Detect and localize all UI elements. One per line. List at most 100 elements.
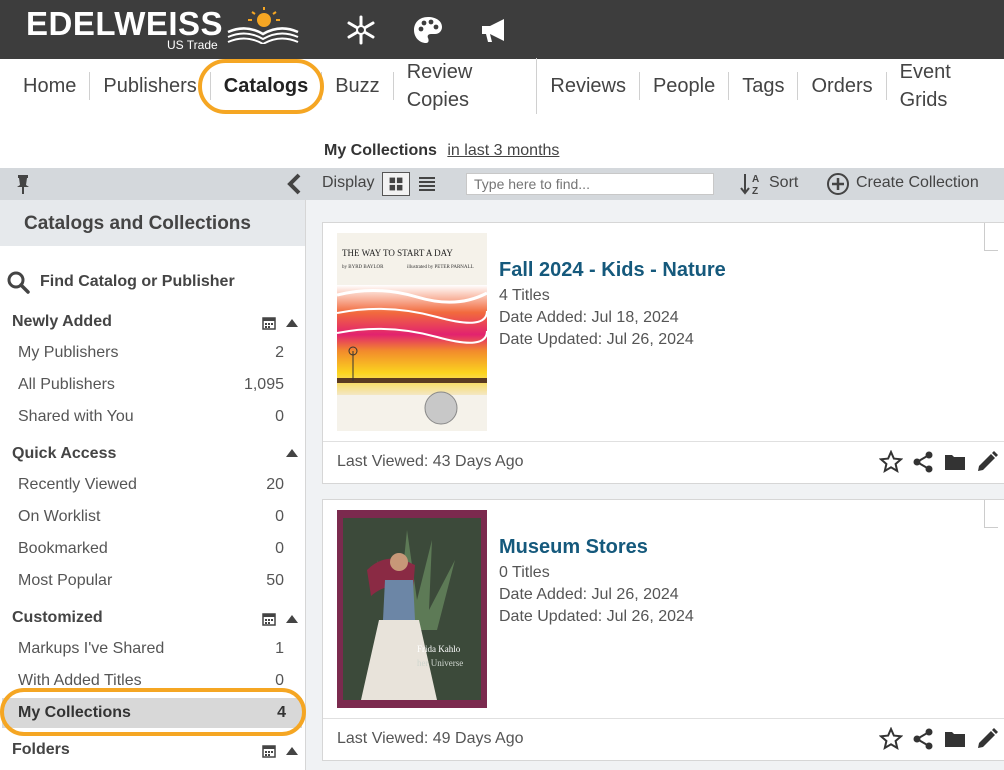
sidebar-item-most-popular[interactable]: Most Popular 50 bbox=[18, 572, 284, 590]
palette-icon[interactable] bbox=[412, 14, 444, 46]
folder-icon[interactable] bbox=[943, 727, 967, 751]
cover-author: by BYRD BAYLOR bbox=[342, 265, 384, 270]
list-view-icon[interactable] bbox=[417, 174, 437, 194]
book-cover-image[interactable]: Frida Kahlo her Universe bbox=[337, 510, 487, 708]
collapse-arrow-icon[interactable] bbox=[286, 747, 298, 755]
cover-subtitle: her Universe bbox=[417, 658, 463, 668]
plus-circle-icon[interactable] bbox=[826, 172, 850, 196]
nav-review-copies[interactable]: Review Copies bbox=[394, 58, 538, 114]
share-icon[interactable] bbox=[911, 727, 935, 751]
section-quick-access-controls bbox=[286, 449, 298, 457]
title-count: 4 Titles bbox=[499, 287, 550, 304]
collapse-chevron-icon[interactable] bbox=[285, 172, 303, 196]
sidebar-item-markups-shared[interactable]: Markups I've Shared 1 bbox=[18, 640, 284, 658]
sort-label[interactable]: Sort bbox=[769, 174, 798, 192]
collections-header: My Collections in last 3 months bbox=[324, 142, 559, 160]
find-catalog-or-publisher[interactable]: Find Catalog or Publisher bbox=[6, 270, 235, 294]
section-folders[interactable]: Folders bbox=[12, 741, 70, 759]
cover-title: THE WAY TO START A DAY bbox=[342, 248, 453, 258]
pin-icon[interactable] bbox=[14, 174, 32, 194]
nav-people[interactable]: People bbox=[640, 72, 730, 100]
grid-view-icon[interactable] bbox=[382, 172, 410, 196]
sidebar-item-label: Bookmarked bbox=[18, 540, 108, 557]
sidebar-item-count: 2 bbox=[275, 344, 284, 361]
sidebar-item-my-publishers[interactable]: My Publishers 2 bbox=[18, 344, 284, 362]
sidebar-item-count: 50 bbox=[266, 572, 284, 589]
nav-publishers[interactable]: Publishers bbox=[90, 72, 211, 100]
section-folders-controls bbox=[262, 744, 298, 758]
cover-illustrator: illustrated by PETER PARNALL bbox=[407, 265, 474, 270]
collection-title[interactable]: Fall 2024 - Kids - Nature bbox=[499, 259, 726, 282]
calendar-icon[interactable] bbox=[262, 612, 276, 626]
brand-subtitle: US Trade bbox=[167, 38, 218, 52]
book-cover-image[interactable]: THE WAY TO START A DAY by BYRD BAYLOR il… bbox=[337, 233, 487, 431]
pencil-icon[interactable] bbox=[975, 450, 999, 474]
sidebar-item-all-publishers[interactable]: All Publishers 1,095 bbox=[18, 376, 284, 394]
calendar-icon[interactable] bbox=[262, 316, 276, 330]
collapse-arrow-icon[interactable] bbox=[286, 449, 298, 457]
main-nav: Home Publishers Catalogs Buzz Review Cop… bbox=[10, 58, 1004, 114]
sidebar-item-count: 0 bbox=[275, 508, 284, 525]
card-footer: Last Viewed: 43 Days Ago bbox=[323, 441, 1004, 483]
star-icon[interactable] bbox=[879, 727, 903, 751]
sidebar-item-count: 0 bbox=[275, 408, 284, 425]
nav-home[interactable]: Home bbox=[10, 72, 91, 100]
sidebar-item-label: Recently Viewed bbox=[18, 476, 137, 493]
collections-title: My Collections bbox=[324, 142, 437, 159]
section-customized[interactable]: Customized bbox=[12, 609, 103, 627]
sidebar-item-count: 20 bbox=[266, 476, 284, 493]
star-icon[interactable] bbox=[879, 450, 903, 474]
nav-tags[interactable]: Tags bbox=[729, 72, 799, 100]
sidebar-header: Catalogs and Collections bbox=[0, 200, 305, 246]
sort-az-icon[interactable]: A Z bbox=[740, 172, 764, 196]
pencil-icon[interactable] bbox=[975, 727, 999, 751]
display-label: Display bbox=[322, 174, 375, 191]
date-updated: Date Updated: Jul 26, 2024 bbox=[499, 331, 694, 348]
collection-card[interactable]: THE WAY TO START A DAY by BYRD BAYLOR il… bbox=[322, 222, 1004, 484]
title-count: 0 Titles bbox=[499, 564, 550, 581]
highlight-ring-catalogs bbox=[198, 59, 324, 114]
section-quick-access[interactable]: Quick Access bbox=[12, 445, 116, 463]
card-actions bbox=[879, 450, 999, 474]
collection-title[interactable]: Museum Stores bbox=[499, 536, 694, 559]
cover-title: Frida Kahlo bbox=[417, 644, 461, 654]
date-added: Date Added: Jul 26, 2024 bbox=[499, 586, 679, 603]
sidebar-item-bookmarked[interactable]: Bookmarked 0 bbox=[18, 540, 284, 558]
sidebar-item-label: On Worklist bbox=[18, 508, 101, 525]
collapse-arrow-icon[interactable] bbox=[286, 319, 298, 327]
calendar-icon[interactable] bbox=[262, 744, 276, 758]
find-label: Find Catalog or Publisher bbox=[40, 273, 235, 290]
card-info: Fall 2024 - Kids - Nature 4 Titles Date … bbox=[499, 259, 726, 351]
megaphone-icon[interactable] bbox=[478, 14, 510, 46]
create-collection-label[interactable]: Create Collection bbox=[856, 174, 979, 192]
nav-orders[interactable]: Orders bbox=[798, 72, 887, 100]
sidebar-item-recently-viewed[interactable]: Recently Viewed 20 bbox=[18, 476, 284, 494]
sidebar-item-label: My Publishers bbox=[18, 344, 119, 361]
card-footer: Last Viewed: 49 Days Ago bbox=[323, 718, 1004, 760]
date-updated: Date Updated: Jul 26, 2024 bbox=[499, 608, 694, 625]
date-added: Date Added: Jul 18, 2024 bbox=[499, 309, 679, 326]
last-viewed: Last Viewed: 43 Days Ago bbox=[337, 453, 524, 470]
search-input[interactable] bbox=[466, 173, 714, 195]
nav-event-grids[interactable]: Event Grids bbox=[887, 58, 1004, 114]
nav-reviews[interactable]: Reviews bbox=[537, 72, 640, 100]
nav-buzz[interactable]: Buzz bbox=[322, 72, 394, 100]
collapse-arrow-icon[interactable] bbox=[286, 615, 298, 623]
card-corner-tab[interactable] bbox=[984, 223, 998, 251]
date-range-link[interactable]: in last 3 months bbox=[447, 142, 559, 159]
section-newly-added[interactable]: Newly Added bbox=[12, 313, 112, 331]
sidebar-item-label: Markups I've Shared bbox=[18, 640, 165, 657]
highlight-ring-my-collections bbox=[0, 688, 306, 736]
sidebar-item-shared-with-you[interactable]: Shared with You 0 bbox=[18, 408, 284, 426]
collection-card[interactable]: Frida Kahlo her Universe Museum Stores 0… bbox=[322, 499, 1004, 761]
svg-text:A: A bbox=[752, 174, 759, 185]
sidebar-item-on-worklist[interactable]: On Worklist 0 bbox=[18, 508, 284, 526]
toolbar: Display A Z Sort Create Collection bbox=[0, 168, 1004, 200]
sidebar-item-count: 0 bbox=[275, 540, 284, 557]
card-corner-tab[interactable] bbox=[984, 500, 998, 528]
folder-icon[interactable] bbox=[943, 450, 967, 474]
sidebar-item-label: Most Popular bbox=[18, 572, 113, 589]
share-icon[interactable] bbox=[911, 450, 935, 474]
section-newly-added-controls bbox=[262, 316, 298, 330]
snowflake-icon[interactable] bbox=[345, 14, 377, 46]
